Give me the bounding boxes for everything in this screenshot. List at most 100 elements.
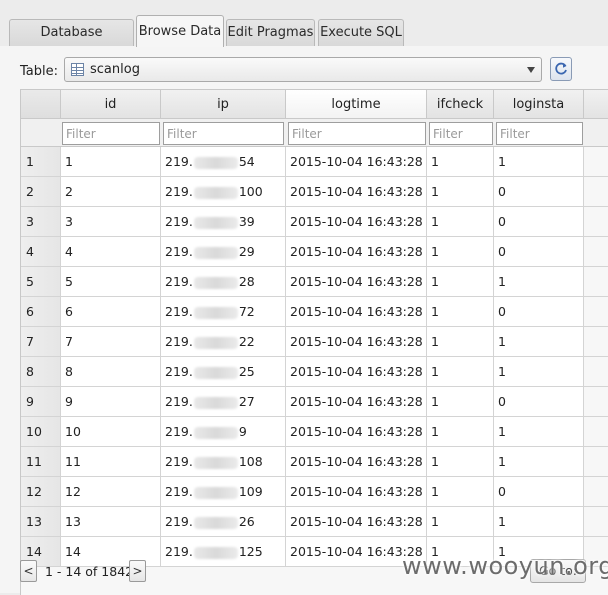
column-header-id[interactable]: id: [61, 90, 161, 119]
cell-ifcheck[interactable]: 1: [427, 387, 494, 417]
cell-id[interactable]: 9: [61, 387, 161, 417]
cell-ip[interactable]: 219. 22: [161, 327, 286, 357]
cell-ifcheck[interactable]: 1: [427, 507, 494, 537]
table-row[interactable]: 4 4 219. 29 2015-10-04 16:43:28 1 0: [21, 237, 608, 267]
column-header-ip[interactable]: ip: [161, 90, 286, 119]
cell-ip[interactable]: 219. 9: [161, 417, 286, 447]
cell-loginsta[interactable]: 1: [494, 417, 584, 447]
cell-logtime[interactable]: 2015-10-04 16:43:28: [286, 237, 427, 267]
cell-ifcheck[interactable]: 1: [427, 477, 494, 507]
cell-id[interactable]: 10: [61, 417, 161, 447]
cell-ip[interactable]: 219. 125: [161, 537, 286, 567]
previous-page-button[interactable]: <: [20, 560, 37, 582]
next-page-button[interactable]: >: [129, 560, 146, 582]
cell-ip[interactable]: 219. 25: [161, 357, 286, 387]
table-row[interactable]: 5 5 219. 28 2015-10-04 16:43:28 1 1: [21, 267, 608, 297]
tab-edit-pragmas[interactable]: Edit Pragmas: [226, 19, 315, 46]
cell-id[interactable]: 3: [61, 207, 161, 237]
cell-logtime[interactable]: 2015-10-04 16:43:28: [286, 177, 427, 207]
table-row[interactable]: 3 3 219. 39 2015-10-04 16:43:28 1 0: [21, 207, 608, 237]
table-row[interactable]: 1 1 219. 54 2015-10-04 16:43:28 1 1: [21, 147, 608, 177]
cell-loginsta[interactable]: 0: [494, 297, 584, 327]
row-number[interactable]: 12: [21, 477, 61, 507]
tab-database-structure[interactable]: Database Structure: [9, 19, 134, 66]
cell-loginsta[interactable]: 0: [494, 477, 584, 507]
cell-ifcheck[interactable]: 1: [427, 357, 494, 387]
cell-ifcheck[interactable]: 1: [427, 177, 494, 207]
cell-loginsta[interactable]: 0: [494, 237, 584, 267]
refresh-button[interactable]: [550, 57, 572, 81]
filter-input-loginsta[interactable]: [496, 122, 583, 145]
cell-ip[interactable]: 219. 39: [161, 207, 286, 237]
cell-ip[interactable]: 219. 54: [161, 147, 286, 177]
row-number[interactable]: 9: [21, 387, 61, 417]
cell-id[interactable]: 12: [61, 477, 161, 507]
cell-ifcheck[interactable]: 1: [427, 327, 494, 357]
cell-loginsta[interactable]: 1: [494, 327, 584, 357]
cell-id[interactable]: 2: [61, 177, 161, 207]
table-row[interactable]: 2 2 219. 100 2015-10-04 16:43:28 1 0: [21, 177, 608, 207]
cell-ip[interactable]: 219. 28: [161, 267, 286, 297]
cell-ifcheck[interactable]: 1: [427, 417, 494, 447]
row-number[interactable]: 11: [21, 447, 61, 477]
cell-logtime[interactable]: 2015-10-04 16:43:28: [286, 327, 427, 357]
table-row[interactable]: 7 7 219. 22 2015-10-04 16:43:28 1 1: [21, 327, 608, 357]
grid-corner[interactable]: [21, 90, 61, 119]
cell-ip[interactable]: 219. 109: [161, 477, 286, 507]
cell-logtime[interactable]: 2015-10-04 16:43:28: [286, 447, 427, 477]
cell-ifcheck[interactable]: 1: [427, 237, 494, 267]
cell-ifcheck[interactable]: 1: [427, 207, 494, 237]
row-number[interactable]: 4: [21, 237, 61, 267]
cell-ip[interactable]: 219. 108: [161, 447, 286, 477]
row-number[interactable]: 13: [21, 507, 61, 537]
cell-ip[interactable]: 219. 29: [161, 237, 286, 267]
cell-id[interactable]: 14: [61, 537, 161, 567]
cell-loginsta[interactable]: 0: [494, 177, 584, 207]
row-number[interactable]: 5: [21, 267, 61, 297]
cell-logtime[interactable]: 2015-10-04 16:43:28: [286, 387, 427, 417]
row-number[interactable]: 3: [21, 207, 61, 237]
tab-browse-data[interactable]: Browse Data: [136, 15, 224, 47]
column-header-logtime[interactable]: logtime: [286, 90, 427, 119]
row-number[interactable]: 10: [21, 417, 61, 447]
table-select[interactable]: scanlog: [64, 57, 542, 82]
table-row[interactable]: 10 10 219. 9 2015-10-04 16:43:28 1 1: [21, 417, 608, 447]
cell-id[interactable]: 5: [61, 267, 161, 297]
cell-id[interactable]: 13: [61, 507, 161, 537]
cell-ip[interactable]: 219. 100: [161, 177, 286, 207]
table-row[interactable]: 11 11 219. 108 2015-10-04 16:43:28 1 1: [21, 447, 608, 477]
cell-id[interactable]: 11: [61, 447, 161, 477]
cell-ifcheck[interactable]: 1: [427, 297, 494, 327]
column-header-loginsta[interactable]: loginsta: [494, 90, 584, 119]
cell-loginsta[interactable]: 0: [494, 387, 584, 417]
row-number[interactable]: 2: [21, 177, 61, 207]
tab-execute-sql[interactable]: Execute SQL: [318, 19, 404, 46]
cell-id[interactable]: 8: [61, 357, 161, 387]
cell-loginsta[interactable]: 1: [494, 267, 584, 297]
cell-loginsta[interactable]: 1: [494, 507, 584, 537]
cell-ifcheck[interactable]: 1: [427, 147, 494, 177]
cell-id[interactable]: 7: [61, 327, 161, 357]
cell-ifcheck[interactable]: 1: [427, 447, 494, 477]
cell-id[interactable]: 1: [61, 147, 161, 177]
cell-id[interactable]: 6: [61, 297, 161, 327]
cell-ip[interactable]: 219. 27: [161, 387, 286, 417]
table-row[interactable]: 9 9 219. 27 2015-10-04 16:43:28 1 0: [21, 387, 608, 417]
cell-logtime[interactable]: 2015-10-04 16:43:28: [286, 147, 427, 177]
cell-logtime[interactable]: 2015-10-04 16:43:28: [286, 357, 427, 387]
table-row[interactable]: 13 13 219. 26 2015-10-04 16:43:28 1 1: [21, 507, 608, 537]
table-row[interactable]: 6 6 219. 72 2015-10-04 16:43:28 1 0: [21, 297, 608, 327]
cell-logtime[interactable]: 2015-10-04 16:43:28: [286, 267, 427, 297]
filter-input-ifcheck[interactable]: [429, 122, 493, 145]
filter-input-logtime[interactable]: [288, 122, 426, 145]
cell-loginsta[interactable]: 1: [494, 447, 584, 477]
column-header-ifcheck[interactable]: ifcheck: [427, 90, 494, 119]
cell-logtime[interactable]: 2015-10-04 16:43:28: [286, 477, 427, 507]
row-number[interactable]: 8: [21, 357, 61, 387]
cell-loginsta[interactable]: 1: [494, 357, 584, 387]
row-number[interactable]: 1: [21, 147, 61, 177]
cell-id[interactable]: 4: [61, 237, 161, 267]
cell-logtime[interactable]: 2015-10-04 16:43:28: [286, 207, 427, 237]
row-number[interactable]: 7: [21, 327, 61, 357]
table-row[interactable]: 12 12 219. 109 2015-10-04 16:43:28 1 0: [21, 477, 608, 507]
